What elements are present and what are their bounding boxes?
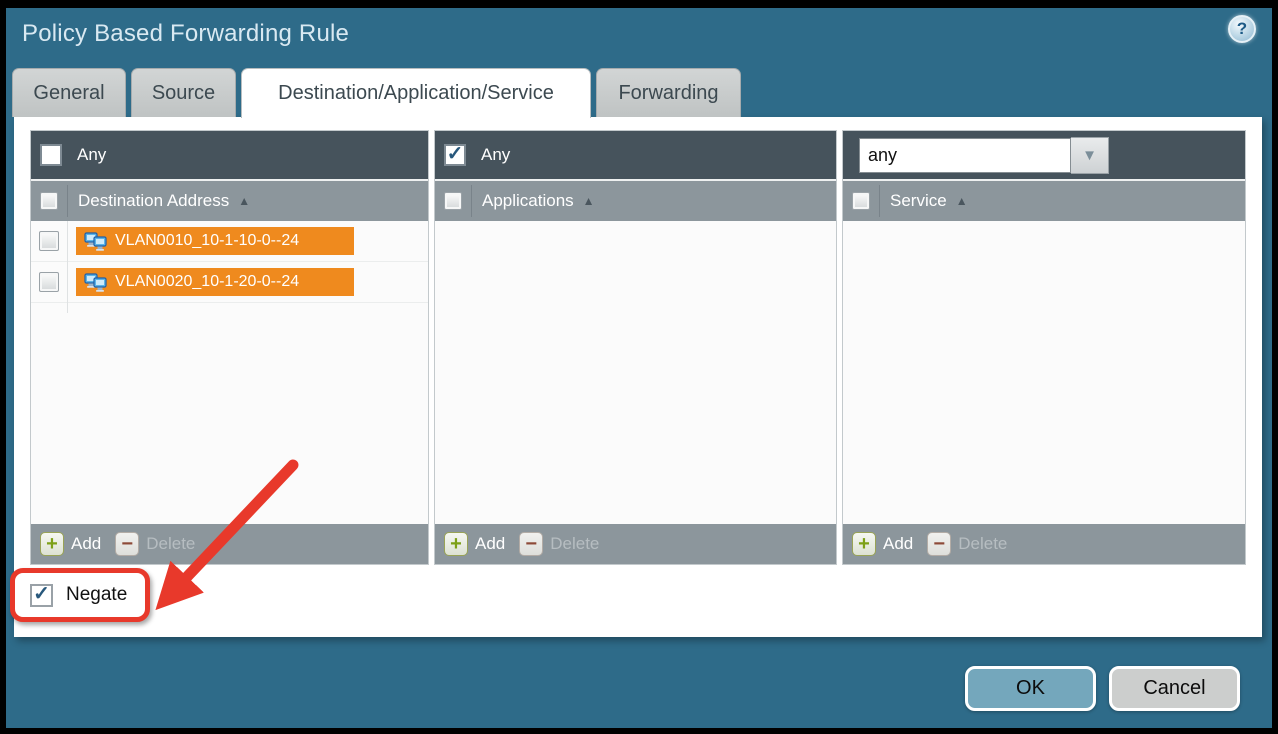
add-button[interactable]: + Add — [852, 532, 913, 556]
destination-list: VLAN0010_10-1-10-0--24 — [31, 221, 428, 524]
delete-label: Delete — [550, 534, 599, 554]
tab-label: Source — [152, 82, 215, 105]
applications-any-label: Any — [481, 145, 510, 165]
table-row[interactable]: VLAN0020_10-1-20-0--24 — [31, 262, 428, 303]
add-button[interactable]: + Add — [40, 532, 101, 556]
checkmark-icon: ✓ — [447, 144, 464, 164]
tab-bar: General Source Destination/Application/S… — [12, 68, 741, 117]
applications-any-checkbox[interactable]: ✓ — [444, 144, 466, 166]
tab-content-area: Any Destination Address ▲ — [14, 117, 1262, 637]
delete-label: Delete — [958, 534, 1007, 554]
minus-icon: − — [115, 532, 139, 556]
destination-toolbar: + Add − Delete — [31, 524, 428, 564]
service-dropdown-value[interactable]: any — [859, 138, 1071, 173]
tab-label: General — [33, 82, 104, 105]
ok-label: OK — [1016, 677, 1045, 700]
delete-button[interactable]: − Delete — [519, 532, 599, 556]
destination-address-panel: Any Destination Address ▲ — [30, 130, 429, 565]
sort-ascending-icon: ▲ — [583, 195, 595, 207]
address-object-name: VLAN0020_10-1-20-0--24 — [115, 273, 299, 291]
table-row[interactable]: VLAN0010_10-1-10-0--24 — [31, 221, 428, 262]
tab-forwarding[interactable]: Forwarding — [596, 68, 741, 117]
tab-general[interactable]: General — [12, 68, 126, 117]
help-icon[interactable]: ? — [1228, 15, 1256, 43]
service-list — [843, 221, 1245, 524]
sort-ascending-icon: ▲ — [238, 195, 250, 207]
cancel-label: Cancel — [1143, 677, 1205, 700]
applications-select-all-checkbox[interactable] — [444, 192, 462, 210]
row-checkbox[interactable] — [39, 231, 59, 251]
network-address-icon — [84, 273, 108, 292]
add-label: Add — [71, 534, 101, 554]
pbf-rule-dialog: Policy Based Forwarding Rule ? General S… — [6, 8, 1272, 728]
plus-icon: + — [852, 532, 876, 556]
negate-label: Negate — [66, 584, 127, 606]
applications-list — [435, 221, 836, 524]
dialog-title: Policy Based Forwarding Rule — [22, 20, 349, 48]
plus-icon: + — [444, 532, 468, 556]
delete-label: Delete — [146, 534, 195, 554]
service-column-header[interactable]: Service ▲ — [843, 179, 1245, 221]
add-label: Add — [475, 534, 505, 554]
add-label: Add — [883, 534, 913, 554]
address-object-selected[interactable]: VLAN0010_10-1-10-0--24 — [76, 227, 354, 255]
chevron-down-icon: ▼ — [1082, 147, 1097, 164]
address-object-selected[interactable]: VLAN0020_10-1-20-0--24 — [76, 268, 354, 296]
negate-highlight-annotation: ✓ Negate — [10, 568, 150, 622]
applications-any-bar: ✓ Any — [435, 131, 836, 179]
cancel-button[interactable]: Cancel — [1109, 666, 1240, 711]
checkmark-icon: ✓ — [33, 584, 50, 604]
applications-column-header[interactable]: Applications ▲ — [435, 179, 836, 221]
dropdown-button[interactable]: ▼ — [1071, 137, 1109, 174]
tab-destination-application-service[interactable]: Destination/Application/Service — [241, 68, 591, 118]
row-checkbox[interactable] — [39, 272, 59, 292]
network-address-icon — [84, 232, 108, 251]
sort-ascending-icon: ▲ — [956, 195, 968, 207]
service-any-bar: any ▼ — [843, 131, 1245, 179]
applications-column-label: Applications — [482, 191, 574, 211]
destination-any-bar: Any — [31, 131, 428, 179]
negate-checkbox[interactable]: ✓ — [30, 584, 53, 607]
applications-toolbar: + Add − Delete — [435, 524, 836, 564]
column-divider — [471, 185, 472, 217]
minus-icon: − — [519, 532, 543, 556]
minus-icon: − — [927, 532, 951, 556]
service-panel: any ▼ Service ▲ + Add − — [842, 130, 1246, 565]
tab-source[interactable]: Source — [131, 68, 236, 117]
ok-button[interactable]: OK — [965, 666, 1096, 711]
question-mark-glyph: ? — [1237, 19, 1247, 39]
plus-icon: + — [40, 532, 64, 556]
column-divider — [879, 185, 880, 217]
destination-any-checkbox[interactable] — [40, 144, 62, 166]
add-button[interactable]: + Add — [444, 532, 505, 556]
tab-label: Forwarding — [618, 82, 718, 105]
delete-button[interactable]: − Delete — [927, 532, 1007, 556]
column-divider — [67, 185, 68, 217]
destination-select-all-checkbox[interactable] — [40, 192, 58, 210]
address-object-name: VLAN0010_10-1-10-0--24 — [115, 232, 299, 250]
service-select-all-checkbox[interactable] — [852, 192, 870, 210]
delete-button[interactable]: − Delete — [115, 532, 195, 556]
destination-column-label: Destination Address — [78, 191, 229, 211]
applications-panel: ✓ Any Applications ▲ + Add − Delete — [434, 130, 837, 565]
service-toolbar: + Add − Delete — [843, 524, 1245, 564]
service-column-label: Service — [890, 191, 947, 211]
tab-label: Destination/Application/Service — [278, 82, 554, 105]
service-dropdown[interactable]: any ▼ — [859, 137, 1109, 174]
destination-any-label: Any — [77, 145, 106, 165]
destination-column-header[interactable]: Destination Address ▲ — [31, 179, 428, 221]
